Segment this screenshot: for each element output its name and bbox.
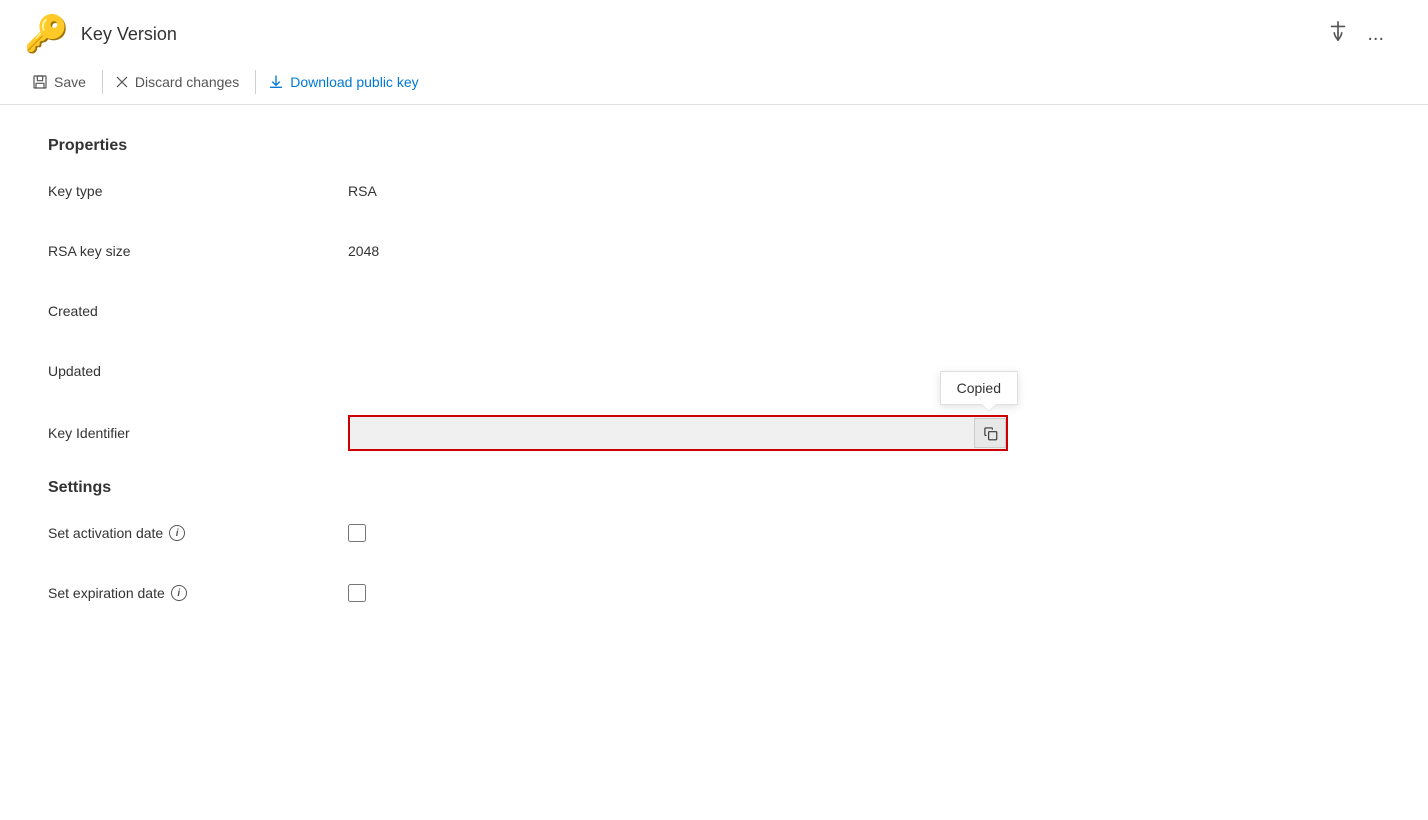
header: 🔑 Key Version ... <box>0 0 1428 62</box>
activation-date-checkbox[interactable] <box>348 524 366 542</box>
page-title: Key Version <box>81 24 177 45</box>
activation-date-row: Set activation date i <box>48 517 1380 549</box>
discard-label: Discard changes <box>135 74 239 90</box>
download-icon <box>268 74 284 90</box>
expiration-date-checkbox-wrapper <box>348 584 366 602</box>
copy-icon <box>983 426 998 441</box>
copied-tooltip: Copied <box>940 371 1018 405</box>
discard-icon <box>115 75 129 89</box>
activation-date-checkbox-wrapper <box>348 524 366 542</box>
key-identifier-input[interactable] <box>348 415 1008 451</box>
key-icon: 🔑 <box>24 16 69 52</box>
settings-section-title: Settings <box>48 479 1380 497</box>
expiration-date-text: Set expiration date <box>48 585 165 601</box>
copied-label: Copied <box>957 380 1001 396</box>
created-row: Created <box>48 295 1380 327</box>
download-label: Download public key <box>290 74 418 90</box>
activation-date-text: Set activation date <box>48 525 163 541</box>
expiration-date-row: Set expiration date i <box>48 577 1380 609</box>
activation-date-info-icon[interactable]: i <box>169 525 185 541</box>
properties-section-title: Properties <box>48 137 1380 155</box>
key-identifier-label: Key Identifier <box>48 425 348 441</box>
download-public-key-button[interactable]: Download public key <box>260 70 430 94</box>
pin-icon[interactable] <box>1327 20 1349 48</box>
key-type-row: Key type RSA <box>48 175 1380 207</box>
key-identifier-row: Key Identifier Copied <box>48 415 1380 451</box>
expiration-date-info-icon[interactable]: i <box>171 585 187 601</box>
toolbar-divider-2 <box>255 70 256 94</box>
key-type-label: Key type <box>48 183 348 199</box>
toolbar: Save Discard changes Download public key <box>0 62 1428 105</box>
header-right: ... <box>1327 20 1384 48</box>
settings-section: Settings Set activation date i Set expir… <box>48 479 1380 609</box>
toolbar-divider-1 <box>102 70 103 94</box>
expiration-date-label: Set expiration date i <box>48 585 348 601</box>
save-button[interactable]: Save <box>24 70 98 94</box>
content: Properties Key type RSA RSA key size 204… <box>0 105 1428 669</box>
save-icon <box>32 74 48 90</box>
updated-label: Updated <box>48 363 348 379</box>
rsa-key-size-value: 2048 <box>348 243 379 259</box>
updated-row: Updated <box>48 355 1380 387</box>
save-label: Save <box>54 74 86 90</box>
rsa-key-size-row: RSA key size 2048 <box>48 235 1380 267</box>
key-type-value: RSA <box>348 183 377 199</box>
created-label: Created <box>48 303 348 319</box>
discard-button[interactable]: Discard changes <box>107 70 251 94</box>
copy-button[interactable] <box>974 418 1006 448</box>
key-identifier-wrapper: Copied <box>348 415 1008 451</box>
header-left: 🔑 Key Version <box>24 16 177 52</box>
rsa-key-size-label: RSA key size <box>48 243 348 259</box>
expiration-date-checkbox[interactable] <box>348 584 366 602</box>
more-options-icon[interactable]: ... <box>1367 23 1384 46</box>
activation-date-label: Set activation date i <box>48 525 348 541</box>
